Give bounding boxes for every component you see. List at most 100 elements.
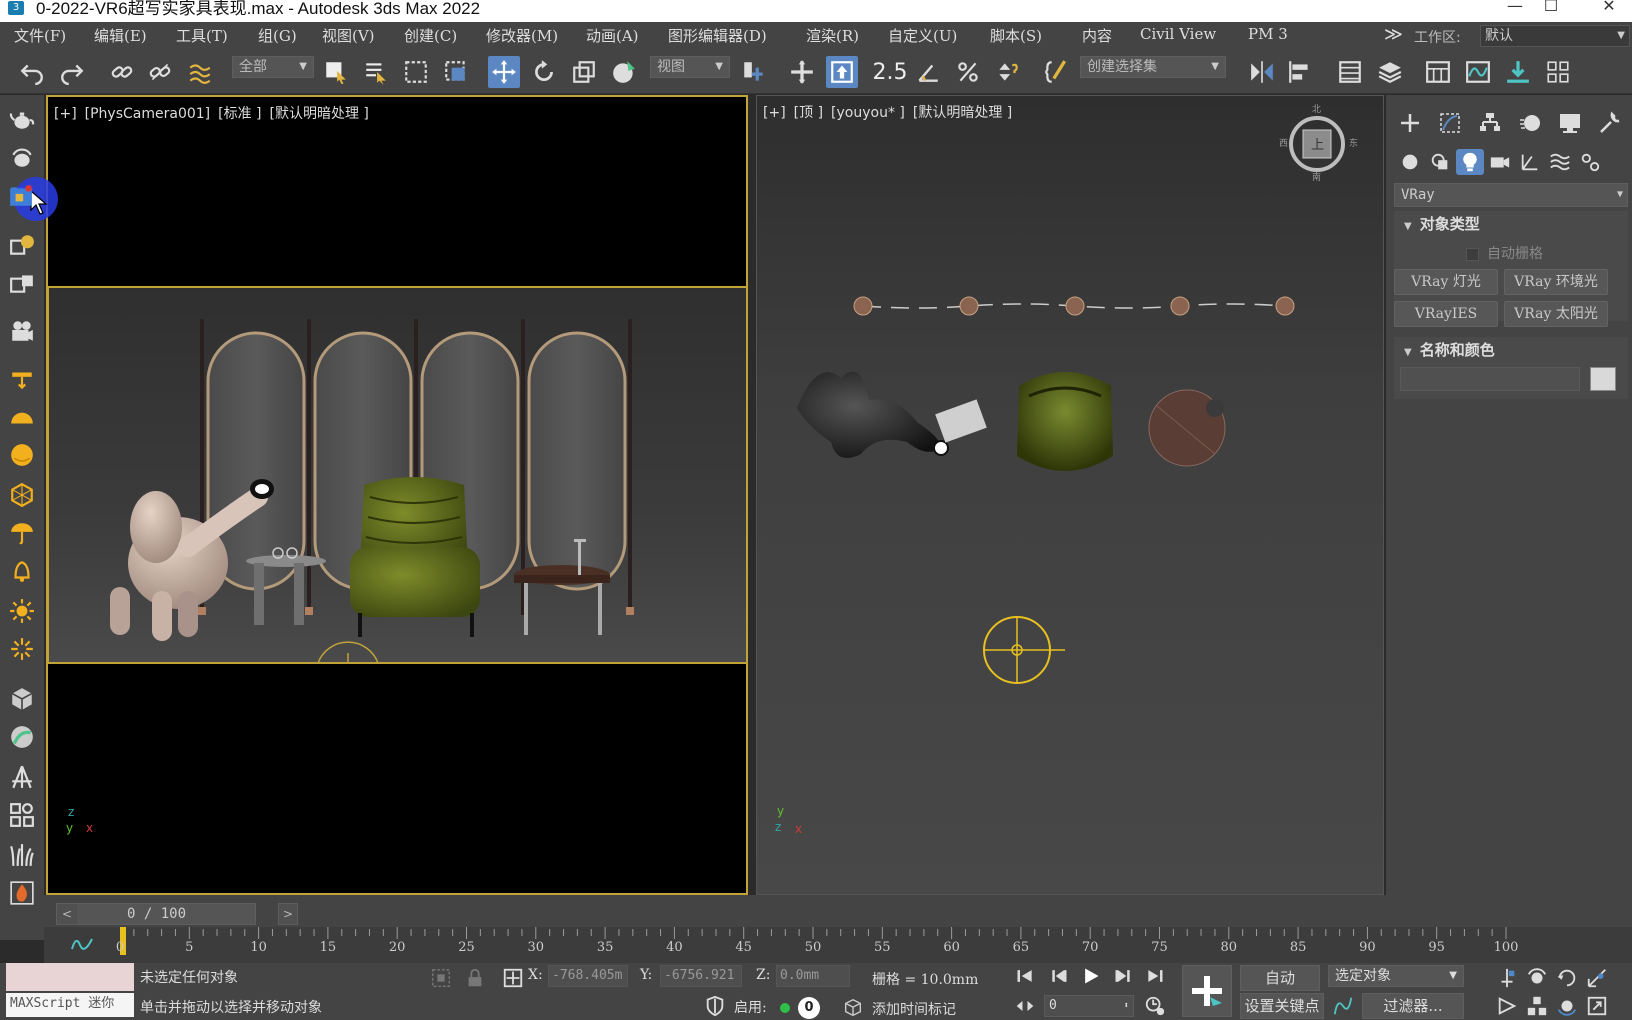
percent-snap-icon[interactable] bbox=[952, 56, 984, 88]
pivot-center-icon[interactable] bbox=[738, 56, 770, 88]
time-configuration-icon[interactable] bbox=[1142, 993, 1168, 1019]
schematic-view-icon[interactable] bbox=[1502, 56, 1534, 88]
vray-light-button[interactable]: VRay 灯光 bbox=[1394, 269, 1498, 295]
maximize-viewport-icon[interactable] bbox=[1584, 993, 1610, 1019]
selection-lock-icon[interactable] bbox=[462, 965, 488, 991]
bell-icon[interactable] bbox=[8, 557, 36, 585]
menu-views[interactable]: 视图(V) bbox=[322, 25, 375, 46]
menu-overflow-icon[interactable]: ≫ bbox=[1384, 24, 1403, 45]
next-key-icon[interactable] bbox=[1110, 963, 1136, 989]
mini-curve-editor-icon[interactable] bbox=[70, 933, 94, 953]
z-coord-field[interactable]: 0.0mm bbox=[776, 965, 850, 987]
bind-space-warp-icon[interactable] bbox=[184, 56, 216, 88]
menu-rendering[interactable]: 渲染(R) bbox=[806, 25, 859, 46]
hierarchy-tab-icon[interactable] bbox=[1476, 109, 1504, 137]
enable-count-badge[interactable]: 0 bbox=[798, 997, 820, 1019]
mirror-icon[interactable] bbox=[1246, 56, 1278, 88]
light-type-dropdown[interactable]: VRay ▼ bbox=[1394, 183, 1628, 207]
modify-tab-icon[interactable] bbox=[1436, 109, 1464, 137]
cube-icon[interactable] bbox=[8, 685, 36, 713]
systems-category-icon[interactable] bbox=[1576, 149, 1604, 175]
render-setup-icon[interactable] bbox=[8, 143, 36, 171]
walkthrough-icon[interactable] bbox=[1494, 993, 1520, 1019]
workspace-select[interactable]: 默认 ▼ bbox=[1480, 25, 1630, 47]
set-key-mode-button[interactable]: 设置关键点 bbox=[1240, 993, 1324, 1019]
grid-objects-icon[interactable] bbox=[8, 801, 36, 829]
absolute-relative-mode-icon[interactable] bbox=[500, 965, 526, 991]
cameras-category-icon[interactable] bbox=[1486, 149, 1514, 175]
menu-group[interactable]: 组(G) bbox=[258, 25, 297, 46]
select-and-rotate-icon[interactable] bbox=[528, 56, 560, 88]
maxscript-mini-listener[interactable]: MAXScript 迷你 bbox=[6, 993, 134, 1017]
play-icon[interactable] bbox=[1078, 963, 1104, 989]
vray-ambient-light-button[interactable]: VRay 环境光 bbox=[1504, 269, 1608, 295]
minimize-button[interactable]: — bbox=[1500, 0, 1530, 18]
object-name-field[interactable] bbox=[1400, 367, 1580, 391]
dome-light-icon[interactable] bbox=[8, 403, 36, 431]
orbit-subobject-icon[interactable] bbox=[1554, 993, 1580, 1019]
create-tab-plus-icon[interactable] bbox=[1396, 109, 1424, 137]
umbrella-icon[interactable] bbox=[8, 519, 36, 547]
select-object-icon[interactable] bbox=[320, 56, 352, 88]
named-selection-set-dropdown[interactable]: 创建选择集 ▼ bbox=[1080, 56, 1226, 78]
select-and-move-icon[interactable] bbox=[488, 56, 520, 88]
object-color-swatch[interactable] bbox=[1590, 367, 1616, 391]
ribbon-toggle-icon[interactable] bbox=[1422, 56, 1454, 88]
unlink-icon[interactable] bbox=[144, 56, 176, 88]
select-and-scale-icon[interactable] bbox=[568, 56, 600, 88]
keyboard-shortcut-override-icon[interactable] bbox=[826, 56, 858, 88]
render-frame-icon-overlay[interactable] bbox=[8, 183, 36, 211]
camera-viewport[interactable]: [+] [PhysCamera001] [标准 ] [默认明暗处理 ] z y … bbox=[46, 95, 748, 895]
spotlight-icon[interactable] bbox=[8, 365, 36, 393]
space-warps-category-icon[interactable] bbox=[1546, 149, 1574, 175]
camera-icon[interactable] bbox=[8, 317, 36, 345]
menu-civil-view[interactable]: Civil View bbox=[1140, 25, 1216, 43]
menu-file[interactable]: 文件(F) bbox=[14, 25, 66, 46]
maxscript-listener-pane[interactable] bbox=[6, 963, 134, 991]
material-editor-icon[interactable] bbox=[1542, 56, 1574, 88]
camera-stack-icon[interactable] bbox=[8, 269, 36, 297]
zoom-all-icon[interactable] bbox=[1524, 993, 1550, 1019]
go-to-end-icon[interactable] bbox=[1142, 963, 1168, 989]
autogrid-checkbox[interactable]: 自动栅格 bbox=[1466, 243, 1543, 263]
key-filter-selection-dropdown[interactable]: 选定对象 ▼ bbox=[1328, 965, 1464, 987]
time-navigation-arrows-icon[interactable] bbox=[1012, 993, 1038, 1019]
sphere-light-icon[interactable] bbox=[8, 441, 36, 469]
motion-tab-icon[interactable] bbox=[1516, 109, 1544, 137]
burst-icon[interactable] bbox=[8, 635, 36, 663]
name-and-color-header[interactable]: ▼ 名称和颜色 bbox=[1394, 337, 1628, 363]
render-message-icon[interactable] bbox=[8, 231, 36, 259]
named-selection-sets-icon[interactable] bbox=[1040, 56, 1072, 88]
select-and-place-icon[interactable] bbox=[608, 56, 640, 88]
adaptive-degradation-shield-icon[interactable] bbox=[702, 993, 728, 1019]
previous-frame-button[interactable]: < bbox=[57, 904, 77, 924]
pan-view-icon[interactable] bbox=[1554, 965, 1580, 991]
time-slider-bar[interactable]: < 0 / 100 bbox=[56, 903, 256, 925]
go-to-start-icon[interactable] bbox=[1012, 963, 1038, 989]
menu-tools[interactable]: 工具(T) bbox=[176, 25, 228, 46]
checkbox-box[interactable] bbox=[1466, 247, 1479, 261]
lights-category-icon[interactable] bbox=[1456, 149, 1484, 175]
spinner-snap-icon[interactable] bbox=[992, 56, 1024, 88]
field-of-view-icon[interactable] bbox=[1584, 965, 1610, 991]
undo-icon[interactable] bbox=[16, 56, 48, 88]
select-manipulate-icon[interactable] bbox=[786, 56, 818, 88]
add-time-tag-text[interactable]: 添加时间标记 bbox=[872, 999, 956, 1019]
spinner-arrows-icon[interactable]: ⬍ bbox=[1124, 996, 1129, 1016]
previous-key-icon[interactable] bbox=[1046, 963, 1072, 989]
time-tag-cube-icon[interactable] bbox=[840, 995, 866, 1020]
default-in-out-tangent-icon[interactable] bbox=[1330, 993, 1356, 1019]
geosphere-icon[interactable] bbox=[8, 481, 36, 509]
menu-create[interactable]: 创建(C) bbox=[404, 25, 457, 46]
redo-icon[interactable] bbox=[56, 56, 88, 88]
rect-selection-region-icon[interactable] bbox=[400, 56, 432, 88]
vray-ies-button[interactable]: VRayIES bbox=[1394, 301, 1498, 327]
window-crossing-icon[interactable] bbox=[440, 56, 472, 88]
geometry-category-icon[interactable] bbox=[1396, 149, 1424, 175]
close-button[interactable]: ✕ bbox=[1594, 0, 1624, 18]
y-coord-field[interactable]: -6756.921 bbox=[660, 965, 742, 987]
menu-graph-editors[interactable]: 图形编辑器(D) bbox=[668, 25, 767, 46]
fire-icon[interactable] bbox=[8, 879, 36, 907]
angle-snap-icon[interactable] bbox=[912, 56, 944, 88]
maximize-button[interactable]: ☐ bbox=[1536, 0, 1566, 18]
